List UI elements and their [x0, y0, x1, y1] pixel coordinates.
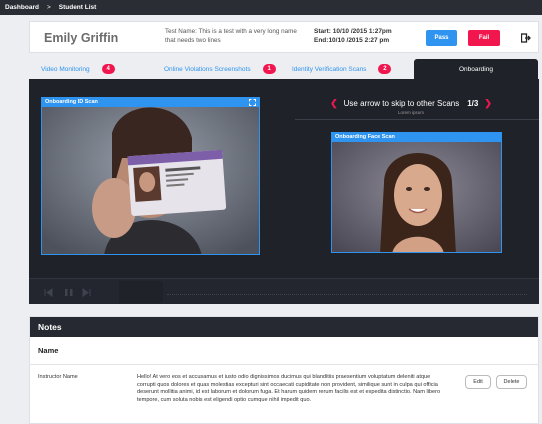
notes-title: Notes — [30, 317, 538, 337]
chevron-left-icon[interactable]: ❮ — [330, 98, 338, 109]
scan-caption: Lorem ipsum — [397, 110, 424, 115]
id-scan-frame[interactable]: Onboarding ID Scan — [41, 97, 260, 255]
count-badge: 2 — [378, 64, 392, 74]
tab-bar: Video Monitoring 4 Online Violations Scr… — [29, 59, 539, 79]
count-badge: 1 — [262, 64, 276, 74]
tab-online-violations[interactable]: Online Violations Screenshots 1 — [164, 59, 276, 79]
id-scan-title: Onboarding ID Scan — [42, 98, 259, 107]
tab-label: Online Violations Screenshots — [164, 65, 251, 73]
tab-label: Video Monitoring — [41, 65, 90, 73]
breadcrumb-dashboard[interactable]: Dashboard — [5, 4, 39, 11]
end-time: End:10/10 /2015 2:27 pm — [314, 36, 390, 44]
scan-nav-text: Use arrow to skip to other Scans — [343, 98, 460, 108]
playback-controls[interactable] — [43, 288, 108, 297]
note-text: Hello! At vero eos et accusamus et iusto… — [137, 374, 441, 403]
tab-onboarding[interactable]: Onboarding — [414, 59, 538, 79]
id-scan-photo — [42, 98, 259, 254]
video-player-bar — [29, 278, 539, 304]
notes-column-header: Name — [30, 337, 538, 365]
tab-video-monitoring[interactable]: Video Monitoring 4 — [41, 59, 115, 79]
tab-label: Identity Verification Scans — [292, 65, 367, 73]
note-author: Instructor Name — [38, 374, 78, 380]
test-name: Test Name: This is a test with a very lo… — [165, 28, 297, 44]
chevron-right-icon[interactable]: ❯ — [484, 98, 492, 109]
breadcrumb-current: Student List — [58, 4, 97, 11]
notes-section: Notes Name Instructor Name Hello! At ver… — [29, 316, 539, 424]
test-times: Start: 10/10 /2015 1:27pm End:10/10 /201… — [314, 28, 392, 45]
player-preview — [119, 281, 163, 303]
scan-navigation: ❮ Use arrow to skip to other Scans 1/3 ❯ — [321, 97, 501, 109]
breadcrumb: Dashboard > Student List — [0, 0, 542, 15]
fail-button[interactable]: Fail — [468, 30, 500, 46]
count-badge: 4 — [101, 64, 115, 74]
tab-label: Onboarding — [459, 65, 493, 73]
tab-identity-verification[interactable]: Identity Verification Scans 2 — [292, 59, 392, 79]
face-scan-photo — [332, 133, 501, 252]
list-item: Instructor Name Hello! At vero eos et ac… — [30, 365, 538, 424]
pass-button[interactable]: Pass — [426, 30, 457, 46]
scan-panel: Video Monitoring 4 Online Violations Scr… — [29, 59, 539, 304]
scan-counter: 1/3 — [467, 98, 479, 108]
timeline-track[interactable] — [167, 294, 527, 296]
divider — [295, 119, 539, 120]
face-scan-title: Onboarding Face Scan — [332, 133, 501, 142]
breadcrumb-separator: > — [46, 4, 51, 11]
delete-button[interactable]: Delete — [496, 375, 527, 389]
exit-icon[interactable] — [521, 33, 531, 43]
face-scan-frame[interactable]: Onboarding Face Scan — [331, 132, 502, 253]
student-name: Emily Griffin — [44, 31, 119, 45]
expand-icon[interactable] — [249, 99, 256, 106]
student-header: Emily Griffin Test Name: This is a test … — [29, 21, 539, 53]
start-time: Start: 10/10 /2015 1:27pm — [314, 28, 392, 35]
edit-button[interactable]: Edit — [465, 375, 491, 389]
